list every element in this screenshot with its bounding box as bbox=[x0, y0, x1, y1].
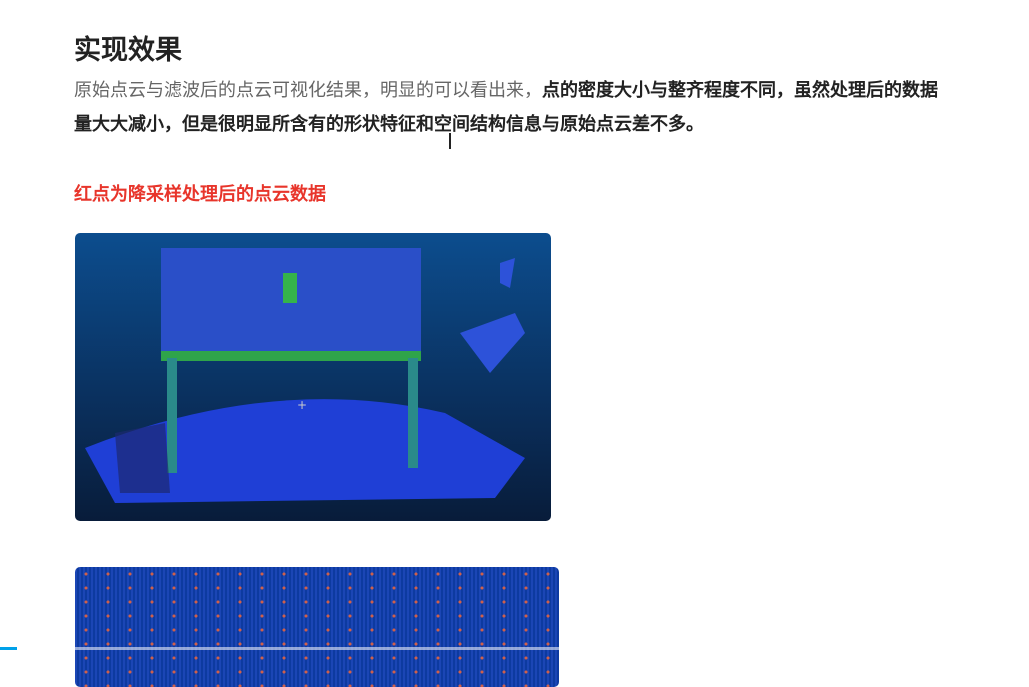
video-progress-bar[interactable] bbox=[0, 647, 559, 650]
section-title: 实现效果 bbox=[74, 35, 182, 66]
paragraph-plain: 原始点云与滤波后的点云可视化结果，明显的可以看出来， bbox=[74, 80, 542, 101]
point-cloud-scene: + bbox=[85, 248, 525, 503]
svg-text:+: + bbox=[297, 398, 307, 412]
red-downsampled-points bbox=[75, 567, 559, 687]
point-cloud-image-original: + bbox=[75, 233, 551, 521]
red-note: 红点为降采样处理后的点云数据 bbox=[74, 184, 326, 205]
video-progress-fill bbox=[0, 647, 18, 650]
point-cloud-image-downsampled bbox=[75, 567, 559, 687]
text-cursor-icon bbox=[449, 133, 451, 149]
description-paragraph: 原始点云与滤波后的点云可视化结果，明显的可以看出来，点的密度大小与整齐程度不同，… bbox=[74, 74, 944, 142]
